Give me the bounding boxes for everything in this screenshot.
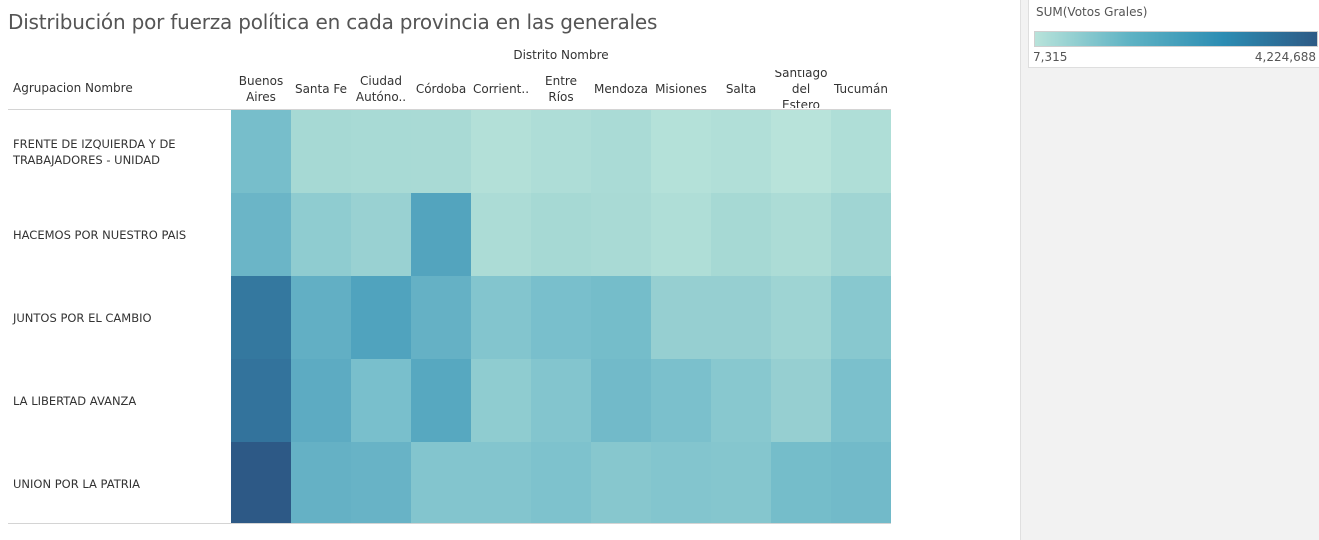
legend-min-label: 7,315 xyxy=(1033,50,1068,64)
heatmap-cell[interactable] xyxy=(351,359,411,442)
heatmap-cell[interactable] xyxy=(531,110,591,193)
column-header: Santa Fe xyxy=(294,82,348,96)
row-label: FRENTE DE IZQUIERDA Y DE TRABAJADORES - … xyxy=(13,136,176,167)
heatmap-cell[interactable] xyxy=(231,276,291,359)
heatmap-cell[interactable] xyxy=(411,193,471,276)
heatmap-cell[interactable] xyxy=(471,276,531,359)
heatmap-cell[interactable] xyxy=(651,442,711,523)
heatmap-cell[interactable] xyxy=(591,276,651,359)
column-header: Tucumán xyxy=(834,82,888,96)
heatmap-grid xyxy=(231,110,891,523)
legend-panel: SUM(Votos Grales) 7,315 4,224,688 xyxy=(1020,0,1319,540)
column-header: Corrient.. xyxy=(472,82,530,96)
heatmap-cell[interactable] xyxy=(591,110,651,193)
column-header: Córdoba xyxy=(415,82,467,96)
heatmap-cell[interactable] xyxy=(831,193,891,276)
heatmap-cell[interactable] xyxy=(831,276,891,359)
row-label: UNION POR LA PATRIA xyxy=(13,476,140,491)
row-label: LA LIBERTAD AVANZA xyxy=(13,393,137,408)
heatmap-cell[interactable] xyxy=(591,442,651,523)
heatmap-cell[interactable] xyxy=(351,276,411,359)
heatmap-cell[interactable] xyxy=(471,193,531,276)
legend-title: SUM(Votos Grales) xyxy=(1036,5,1148,19)
heatmap-cell[interactable] xyxy=(711,110,771,193)
heatmap-cell[interactable] xyxy=(471,442,531,523)
heatmap-cell[interactable] xyxy=(831,442,891,523)
column-header: Mendoza xyxy=(594,82,648,96)
heatmap-cell[interactable] xyxy=(231,359,291,442)
heatmap-cell[interactable] xyxy=(531,276,591,359)
color-legend[interactable]: SUM(Votos Grales) 7,315 4,224,688 xyxy=(1028,0,1319,68)
column-header: Ciudad Autóno.. xyxy=(355,74,407,104)
column-header: Misiones xyxy=(655,82,707,96)
heatmap-cell[interactable] xyxy=(711,193,771,276)
heatmap-cell[interactable] xyxy=(531,359,591,442)
row-labels: FRENTE DE IZQUIERDA Y DE TRABAJADORES - … xyxy=(0,110,231,523)
heatmap-cell[interactable] xyxy=(831,110,891,193)
bottom-divider xyxy=(8,523,891,524)
heatmap-cell[interactable] xyxy=(651,193,711,276)
column-header: Buenos Aires xyxy=(238,74,284,104)
heatmap-cell[interactable] xyxy=(351,193,411,276)
column-headers: Buenos Aires Santa Fe Ciudad Autóno.. Córdo… xyxy=(231,70,891,108)
heatmap-cell[interactable] xyxy=(291,193,351,276)
heatmap-cell[interactable] xyxy=(651,359,711,442)
heatmap-cell[interactable] xyxy=(351,110,411,193)
heatmap-cell[interactable] xyxy=(591,359,651,442)
legend-gradient-bar xyxy=(1034,31,1318,47)
heatmap-cell[interactable] xyxy=(411,110,471,193)
heatmap-cell[interactable] xyxy=(711,276,771,359)
chart-title: Distribución por fuerza política en cada… xyxy=(8,10,658,34)
column-group-label: Distrito Nombre xyxy=(513,48,609,62)
column-header: Salta xyxy=(725,82,757,96)
row-label: HACEMOS POR NUESTRO PAIS xyxy=(13,227,187,242)
heatmap-cell[interactable] xyxy=(711,442,771,523)
heatmap-cell[interactable] xyxy=(651,276,711,359)
heatmap-cell[interactable] xyxy=(411,359,471,442)
heatmap-cell[interactable] xyxy=(411,276,471,359)
heatmap-cell[interactable] xyxy=(531,193,591,276)
heatmap-cell[interactable] xyxy=(651,110,711,193)
heatmap-cell[interactable] xyxy=(591,193,651,276)
heatmap-cell[interactable] xyxy=(531,442,591,523)
row-header-label: Agrupacion Nombre xyxy=(13,81,133,95)
heatmap-cell[interactable] xyxy=(771,359,831,442)
heatmap-cell[interactable] xyxy=(291,276,351,359)
heatmap-cell[interactable] xyxy=(291,110,351,193)
legend-max-label: 4,224,688 xyxy=(1254,50,1316,64)
row-label: JUNTOS POR EL CAMBIO xyxy=(13,310,152,325)
heatmap-cell[interactable] xyxy=(411,442,471,523)
heatmap-cell[interactable] xyxy=(231,442,291,523)
heatmap-cell[interactable] xyxy=(771,276,831,359)
heatmap-cell[interactable] xyxy=(771,193,831,276)
heatmap-cell[interactable] xyxy=(291,359,351,442)
heatmap-cell[interactable] xyxy=(231,110,291,193)
heatmap-cell[interactable] xyxy=(831,359,891,442)
column-header: Entre Ríos xyxy=(545,74,577,104)
heatmap-cell[interactable] xyxy=(231,193,291,276)
heatmap-cell[interactable] xyxy=(771,442,831,523)
heatmap-cell[interactable] xyxy=(711,359,771,442)
heatmap-cell[interactable] xyxy=(291,442,351,523)
column-header: Santiago del Estero xyxy=(774,70,828,108)
heatmap-cell[interactable] xyxy=(471,110,531,193)
heatmap-cell[interactable] xyxy=(471,359,531,442)
heatmap-cell[interactable] xyxy=(351,442,411,523)
heatmap-cell[interactable] xyxy=(771,110,831,193)
